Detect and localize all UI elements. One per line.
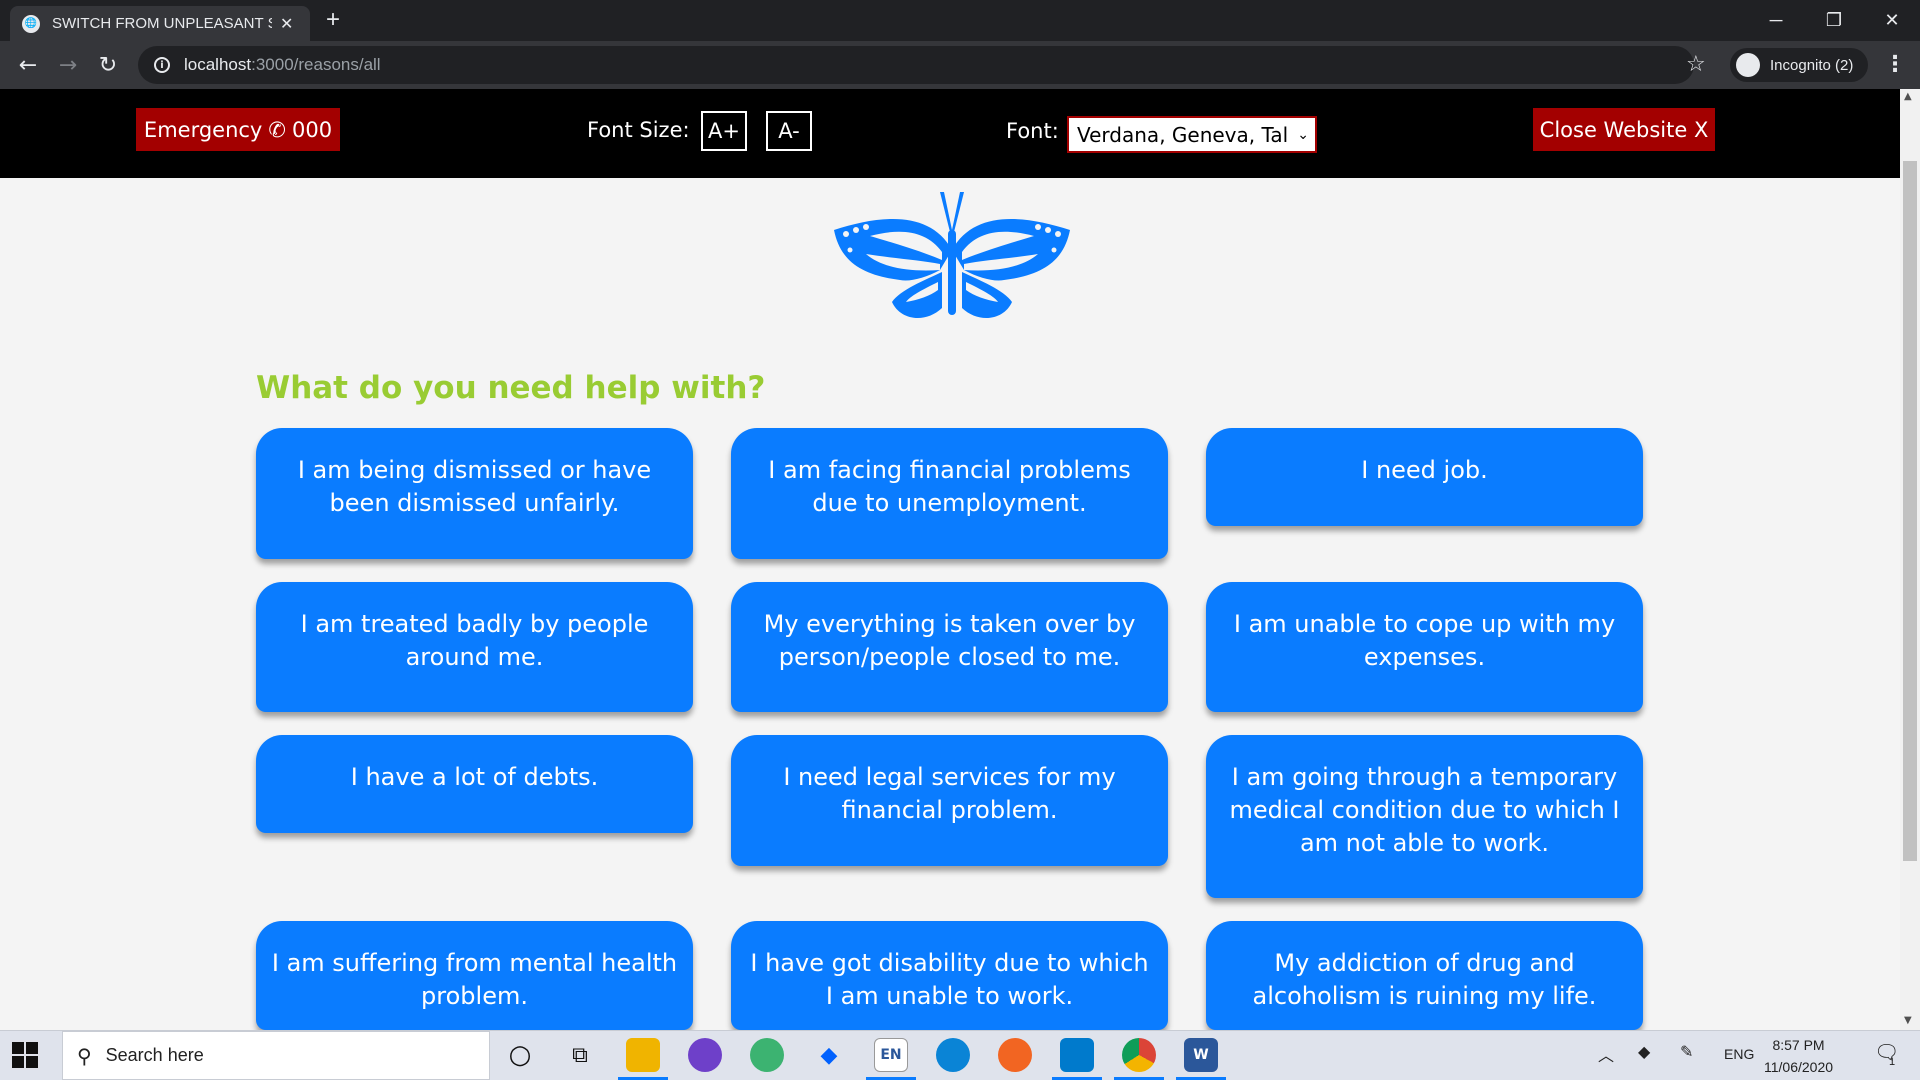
incognito-label: Incognito (2) <box>1770 56 1854 74</box>
github-icon[interactable] <box>688 1038 722 1072</box>
page-scrollbar[interactable]: ▲ ▼ <box>1900 89 1920 1030</box>
reason-card[interactable]: I need legal services for my financial p… <box>731 735 1168 866</box>
url-path: :3000/reasons/all <box>251 55 381 74</box>
cortana-icon[interactable]: ○ <box>503 1038 537 1072</box>
incognito-icon <box>1736 53 1760 77</box>
back-icon[interactable]: ← <box>8 41 48 89</box>
scroll-up-icon[interactable]: ▲ <box>1904 91 1912 102</box>
reason-card[interactable]: I am facing financial problems due to un… <box>731 428 1168 559</box>
lang-en-icon[interactable]: EN <box>874 1038 908 1072</box>
edge-icon[interactable] <box>936 1038 970 1072</box>
font-select[interactable]: Verdana, Geneva, Tal ⌄ <box>1067 116 1317 153</box>
window-close-button[interactable]: ✕ <box>1864 0 1920 41</box>
scroll-down-icon[interactable]: ▼ <box>1904 1015 1912 1026</box>
reason-card[interactable]: I have got disability due to which I am … <box>731 921 1168 1030</box>
task-view-icon[interactable]: ⧉ <box>563 1038 597 1072</box>
chrome-icon[interactable] <box>1122 1038 1156 1072</box>
reason-card[interactable]: I am suffering from mental health proble… <box>256 921 693 1030</box>
url-host: localhost <box>184 55 252 74</box>
search-icon: ⚲ <box>77 1043 92 1068</box>
atom-icon[interactable] <box>750 1038 784 1072</box>
chevron-down-icon: ⌄ <box>1297 126 1309 143</box>
windows-start-icon[interactable] <box>12 1042 38 1068</box>
clock-time: 8:57 PM <box>1772 1037 1825 1053</box>
notification-icon[interactable]: 🗨 <box>1874 1040 1899 1065</box>
tray-dropbox-icon[interactable]: ◆ <box>1638 1042 1650 1062</box>
reason-card[interactable]: I am going through a temporary medical c… <box>1206 735 1643 898</box>
dropbox-icon[interactable]: ◆ <box>812 1038 846 1072</box>
scrollbar-thumb[interactable] <box>1903 161 1917 861</box>
tray-language[interactable]: ENG <box>1724 1046 1754 1062</box>
address-bar[interactable]: i localhost:3000/reasons/all <box>138 46 1694 84</box>
reason-card[interactable]: My addiction of drug and alcoholism is r… <box>1206 921 1643 1030</box>
menu-kebab-icon[interactable]: ⋮ <box>1884 52 1906 77</box>
tab-close-icon[interactable]: ✕ <box>280 14 293 33</box>
tray-chevron-up-icon[interactable]: ︿ <box>1598 1042 1614 1066</box>
reason-card[interactable]: I need job. <box>1206 428 1643 526</box>
vscode-icon[interactable] <box>1060 1038 1094 1072</box>
font-size-label: Font Size: <box>587 118 690 142</box>
notification-count: 1 <box>1889 1056 1896 1068</box>
emergency-number: 000 <box>291 117 333 142</box>
incognito-profile-button[interactable]: Incognito (2) <box>1730 48 1868 82</box>
bookmark-star-icon[interactable]: ☆ <box>1686 52 1706 77</box>
taskbar-search-placeholder: Search here <box>105 1045 204 1065</box>
reason-card[interactable]: I have a lot of debts. <box>256 735 693 833</box>
minimize-button[interactable]: ─ <box>1748 0 1804 41</box>
word-icon[interactable]: W <box>1184 1038 1218 1072</box>
new-tab-button[interactable]: + <box>326 6 340 34</box>
page-heading: What do you need help with? <box>256 370 766 406</box>
reason-card[interactable]: I am being dismissed or have been dismis… <box>256 428 693 559</box>
clock-date: 11/06/2020 <box>1764 1059 1834 1075</box>
restore-button[interactable]: ❐ <box>1806 0 1862 41</box>
info-icon[interactable]: i <box>154 57 170 73</box>
phone-icon: ✆ <box>268 117 286 142</box>
browser-tab[interactable]: 🌐 SWITCH FROM UNPLEASANT SC ✕ <box>10 6 310 41</box>
globe-icon: 🌐 <box>22 14 40 33</box>
reason-card[interactable]: I am treated badly by people around me. <box>256 582 693 712</box>
postman-icon[interactable] <box>998 1038 1032 1072</box>
font-decrease-button[interactable]: A- <box>766 111 812 151</box>
emergency-button[interactable]: Emergency ✆ 000 <box>136 108 340 151</box>
close-website-button[interactable]: Close Website X <box>1533 108 1715 151</box>
emergency-label: Emergency <box>143 117 263 142</box>
reason-card[interactable]: My everything is taken over by person/pe… <box>731 582 1168 712</box>
reload-icon[interactable]: ↻ <box>88 41 128 89</box>
tray-pen-icon[interactable]: ✎ <box>1680 1042 1693 1062</box>
file-explorer-icon[interactable] <box>626 1038 660 1072</box>
reason-card[interactable]: I am unable to cope up with my expenses. <box>1206 582 1643 712</box>
forward-icon[interactable]: → <box>48 41 88 89</box>
taskbar-clock[interactable]: 8:57 PM 11/06/2020 <box>1764 1034 1833 1078</box>
font-increase-button[interactable]: A+ <box>701 111 747 151</box>
tab-title: SWITCH FROM UNPLEASANT SC <box>52 15 272 32</box>
font-select-value: Verdana, Geneva, Tal <box>1077 122 1289 147</box>
butterfly-logo <box>834 192 1070 319</box>
taskbar-search-box[interactable]: ⚲ Search here <box>62 1031 490 1080</box>
font-label: Font: <box>1006 119 1059 143</box>
